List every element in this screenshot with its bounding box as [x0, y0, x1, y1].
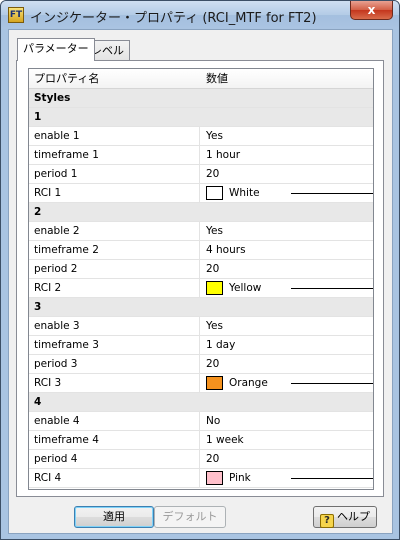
property-name: period 2 [29, 260, 200, 279]
line-style-sample [291, 383, 373, 384]
color-swatch [206, 471, 223, 485]
color-value-cell[interactable]: Orange [201, 374, 373, 393]
property-value[interactable]: 20 [201, 355, 373, 374]
column-header-value: 数値 [206, 72, 228, 85]
help-button-label: ヘルプ [337, 510, 370, 523]
grid-property-row[interactable]: period 2 20 [29, 260, 373, 279]
grid-section-row: 3 [29, 298, 373, 317]
color-value-cell[interactable]: White [201, 184, 373, 203]
section-label: 2 [34, 206, 42, 218]
grid-section-row: 1 [29, 108, 373, 127]
grid-property-row[interactable]: RCI 3 Orange [29, 374, 373, 393]
property-name: timeframe 3 [29, 336, 200, 355]
color-value-cell[interactable]: Pink [201, 469, 373, 488]
property-name: timeframe 2 [29, 241, 200, 260]
grid-property-row[interactable]: RCI 1 White [29, 184, 373, 203]
tab-strip: パラメーター レベル [9, 30, 394, 61]
grid-section-row: 4 [29, 393, 373, 412]
column-header-property: プロパティ名 [34, 72, 100, 85]
property-name: RCI 3 [29, 374, 200, 393]
close-icon: x [367, 3, 376, 17]
property-name: period 3 [29, 355, 200, 374]
grid-property-row[interactable]: timeframe 31 day [29, 336, 373, 355]
line-style-sample [291, 288, 373, 289]
dialog-footer: 適用 デフォルト ? ヘルプ [9, 501, 394, 533]
section-label: 3 [34, 301, 42, 313]
property-name: timeframe 1 [29, 146, 200, 165]
grid-property-row[interactable]: enable 4 No [29, 412, 373, 431]
property-name: enable 2 [29, 222, 200, 241]
color-swatch [206, 186, 223, 200]
line-style-sample [291, 478, 373, 479]
property-value[interactable]: 4 hours [201, 241, 373, 260]
property-name: timeframe 4 [29, 431, 200, 450]
apply-button[interactable]: 適用 [74, 506, 154, 528]
close-button[interactable]: x [350, 1, 393, 20]
title-bar[interactable]: FT インジケーター・プロパティ (RCI_MTF for FT2) x [1, 1, 399, 29]
property-value[interactable]: 20 [201, 165, 373, 184]
dialog-body: パラメーター レベル プロパティ名 数値 Styles 1 enable 1 Yes t… [8, 29, 393, 534]
property-value[interactable]: No [201, 412, 373, 431]
grid-property-row[interactable]: period 3 20 [29, 355, 373, 374]
color-name: Pink [229, 472, 251, 484]
app-icon: FT [8, 7, 24, 23]
property-name: RCI 2 [29, 279, 200, 298]
color-swatch [206, 376, 223, 390]
property-name: enable 1 [29, 127, 200, 146]
color-name: Orange [229, 377, 268, 389]
property-name: enable 4 [29, 412, 200, 431]
property-value[interactable]: 1 day [201, 336, 373, 355]
help-icon: ? [320, 514, 334, 528]
property-name: RCI 1 [29, 184, 200, 203]
grid-section-row: 2 [29, 203, 373, 222]
property-value[interactable]: 20 [201, 450, 373, 469]
tab-parameters[interactable]: パラメーター [17, 38, 95, 61]
section-label: 4 [34, 396, 42, 408]
grid-section-row: Styles [29, 89, 373, 108]
grid-property-row[interactable]: timeframe 41 week [29, 431, 373, 450]
property-name: period 4 [29, 450, 200, 469]
grid-property-row[interactable]: enable 2 Yes [29, 222, 373, 241]
grid-property-row[interactable]: enable 3 Yes [29, 317, 373, 336]
grid-header: プロパティ名 数値 [29, 69, 373, 89]
grid-property-row[interactable]: timeframe 11 hour [29, 146, 373, 165]
grid-property-row[interactable]: RCI 4 Pink [29, 469, 373, 488]
grid-property-row[interactable]: period 4 20 [29, 450, 373, 469]
grid-property-row[interactable]: RCI 2 Yellow [29, 279, 373, 298]
color-value-cell[interactable]: Yellow [201, 279, 373, 298]
section-label: 1 [34, 111, 42, 123]
line-style-sample [291, 193, 373, 194]
property-name: period 1 [29, 165, 200, 184]
grid-property-row[interactable]: enable 1 Yes [29, 127, 373, 146]
property-name: RCI 4 [29, 469, 200, 488]
grid-rows: Styles 1 enable 1 Yes timeframe 11 hour perio… [29, 89, 373, 488]
help-button[interactable]: ? ヘルプ [313, 506, 377, 528]
color-swatch [206, 281, 223, 295]
indicator-properties-window: FT インジケーター・プロパティ (RCI_MTF for FT2) x パラメ… [0, 0, 400, 540]
window-title: インジケーター・プロパティ (RCI_MTF for FT2) [30, 11, 317, 26]
property-name: enable 3 [29, 317, 200, 336]
grid-property-row[interactable]: timeframe 24 hours [29, 241, 373, 260]
color-name: Yellow [229, 282, 262, 294]
property-value[interactable]: Yes [201, 222, 373, 241]
property-value[interactable]: 1 hour [201, 146, 373, 165]
grid-property-row[interactable]: period 1 20 [29, 165, 373, 184]
property-grid: プロパティ名 数値 Styles 1 enable 1 Yes timeframe 11… [28, 68, 374, 490]
property-value[interactable]: Yes [201, 127, 373, 146]
color-name: White [229, 187, 260, 199]
property-value[interactable]: 1 week [201, 431, 373, 450]
property-value[interactable]: Yes [201, 317, 373, 336]
property-value[interactable]: 20 [201, 260, 373, 279]
parameters-panel: プロパティ名 数値 Styles 1 enable 1 Yes timeframe 11… [16, 60, 384, 497]
default-button[interactable]: デフォルト [154, 506, 226, 528]
section-label: Styles [34, 92, 71, 104]
